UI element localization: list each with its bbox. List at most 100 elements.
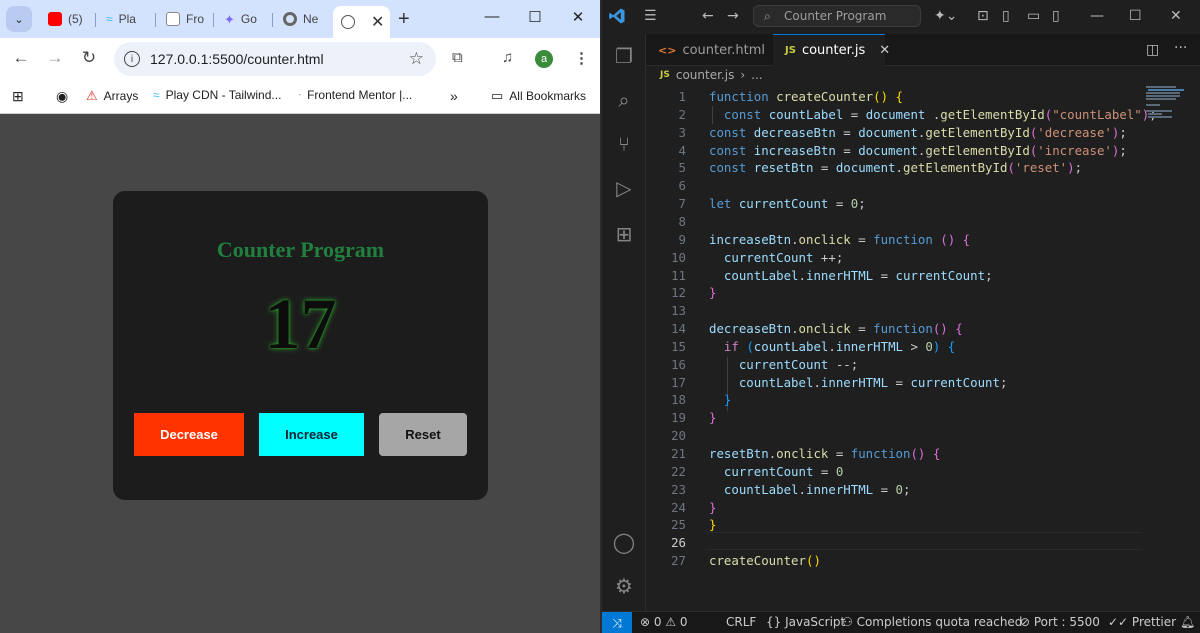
url-text[interactable]: 127.0.0.1:5500/counter.html	[150, 51, 324, 67]
copilot-status[interactable]: ⚇ Completions quota reached	[842, 615, 1022, 629]
globe-bookmark-icon[interactable]: ◉	[56, 88, 68, 105]
line-number: 4	[678, 142, 686, 158]
split-editor-icon[interactable]: ◫	[1146, 42, 1159, 58]
code-line[interactable]: 3 const decreaseBtn = document.getElement…	[646, 124, 1146, 142]
code-line[interactable]: 18 }	[646, 391, 1146, 409]
code-line[interactable]: 19}	[646, 409, 1146, 427]
source-control-icon[interactable]: ⑂	[612, 132, 636, 156]
code-line[interactable]: 8	[646, 213, 1146, 231]
layout-customize-icon[interactable]: ⊡	[977, 8, 989, 24]
search-icon[interactable]: ⌕	[612, 88, 636, 112]
settings-gear-icon[interactable]: ⚙	[612, 574, 636, 598]
run-debug-icon[interactable]: ▷	[612, 176, 636, 200]
accounts-icon[interactable]: ◯	[612, 530, 636, 554]
bookmark-arrays[interactable]: ⚠ Arrays	[86, 88, 138, 104]
forward-button[interactable]: →	[44, 48, 66, 68]
nav-back-icon[interactable]: ←	[702, 8, 714, 24]
toggle-sidebar-icon[interactable]: ▯	[1002, 8, 1010, 24]
tab-youtube[interactable]: (5)	[40, 6, 83, 32]
code-line[interactable]: 24}	[646, 499, 1146, 517]
reload-button[interactable]: ↻	[78, 48, 100, 68]
code-line[interactable]: 13	[646, 302, 1146, 320]
code-line[interactable]: 4 const increaseBtn = document.getElement…	[646, 142, 1146, 160]
menu-kebab-icon[interactable]: ⋮	[574, 49, 589, 67]
tab-gemini[interactable]: ✦ Go	[216, 6, 257, 32]
prettier-status[interactable]: ✓✓ Prettier	[1108, 615, 1176, 629]
menu-hamburger-icon[interactable]: ☰	[644, 8, 657, 24]
code-line[interactable]: 20	[646, 427, 1146, 445]
toggle-secondary-sidebar-icon[interactable]: ▯	[1052, 8, 1060, 24]
bookmark-star-icon[interactable]: ☆	[409, 49, 424, 69]
extensions-icon[interactable]: ⊞	[612, 222, 636, 246]
toggle-panel-icon[interactable]: ▭	[1027, 8, 1040, 24]
reset-button[interactable]: Reset	[379, 413, 467, 456]
code-editor[interactable]: 1 function createCounter() {2 const count…	[646, 86, 1200, 610]
apps-grid-icon[interactable]: ⊞	[12, 88, 24, 105]
close-window-button[interactable]: ✕	[568, 8, 588, 26]
code-line[interactable]: 16 currentCount --;	[646, 356, 1146, 374]
code-line[interactable]: 25}	[646, 516, 1146, 534]
code-line[interactable]: 12}	[646, 284, 1146, 302]
tab-counter-html[interactable]: <> counter.html	[646, 34, 770, 66]
code-line[interactable]: 6	[646, 177, 1146, 195]
bookmarks-overflow-button[interactable]: »	[450, 88, 458, 104]
maximize-button[interactable]: ☐	[525, 8, 545, 26]
remote-indicator[interactable]: ⤨	[602, 612, 632, 633]
increase-button[interactable]: Increase	[259, 413, 364, 456]
maximize-button[interactable]: ☐	[1129, 8, 1142, 24]
media-control-icon[interactable]: ♫	[502, 49, 513, 66]
eol-indicator[interactable]: CRLF	[726, 615, 756, 629]
code-line[interactable]: 22 currentCount = 0	[646, 463, 1146, 481]
bookmark-play-cdn[interactable]: ≈ Play CDN - Tailwind...	[153, 88, 281, 102]
new-tab-button[interactable]: +	[398, 8, 410, 31]
breadcrumb-symbol[interactable]: ...	[751, 68, 762, 82]
tab-label: Ne	[303, 12, 319, 26]
code-line[interactable]: 15 if (countLabel.innerHTML > 0) {	[646, 338, 1146, 356]
breadcrumb-file[interactable]: counter.js	[676, 68, 734, 82]
profile-avatar[interactable]: a	[535, 50, 553, 68]
code-line[interactable]: 27 createCounter()	[646, 552, 1146, 570]
tab-new-tab[interactable]: Ne	[275, 6, 318, 32]
code-line[interactable]: 21 resetBtn.onclick = function() {	[646, 445, 1146, 463]
nav-forward-icon[interactable]: →	[727, 8, 739, 24]
tab-counter-js[interactable]: JS counter.js ✕	[773, 34, 890, 66]
back-button[interactable]: ←	[10, 48, 32, 68]
code-line[interactable]: 1 function createCounter() {	[646, 88, 1146, 106]
extensions-icon[interactable]: ⧉	[452, 49, 463, 66]
problems-indicator[interactable]: ⊗ 0 ⚠ 0	[640, 615, 688, 629]
minimap-line	[1148, 116, 1172, 118]
notifications-bell-icon[interactable]: 🔔︎	[1180, 615, 1195, 629]
tab-counter-active[interactable]: ✕	[333, 6, 390, 38]
close-tab-icon[interactable]: ✕	[879, 43, 890, 58]
antenna-icon: ⚠	[86, 88, 98, 103]
info-icon[interactable]: i	[124, 51, 140, 67]
code-line[interactable]: 23 countLabel.innerHTML = 0;	[646, 481, 1146, 499]
close-tab-icon[interactable]: ✕	[371, 12, 384, 32]
tab-frontend-mentor[interactable]: Fro	[158, 6, 204, 32]
code-line[interactable]: 5 const resetBtn = document.getElementByI…	[646, 159, 1146, 177]
all-bookmarks[interactable]: ▭ All Bookmarks	[491, 88, 586, 104]
code-line[interactable]: 11 countLabel.innerHTML = currentCount;	[646, 267, 1146, 285]
code-line[interactable]: 2 const countLabel = document .getElemen…	[646, 106, 1157, 124]
code-line[interactable]: 10 currentCount ++;	[646, 249, 1146, 267]
language-mode[interactable]: {} JavaScript	[766, 615, 845, 629]
explorer-icon[interactable]: ❐	[612, 44, 636, 68]
address-bar[interactable]: i 127.0.0.1:5500/counter.html ☆	[114, 42, 436, 76]
minimize-button[interactable]: —	[1090, 8, 1104, 24]
minimize-button[interactable]: —	[482, 8, 502, 25]
code-line[interactable]: 7 let currentCount = 0;	[646, 195, 1146, 213]
tab-search-button[interactable]: ⌄	[6, 6, 32, 32]
tab-tailwind[interactable]: ≈ Pla	[98, 6, 136, 32]
command-center-search[interactable]: ⌕ Counter Program	[753, 5, 921, 27]
live-server-port[interactable]: ⊘ Port : 5500	[1020, 615, 1100, 629]
code-line[interactable]: 14 decreaseBtn.onclick = function() {	[646, 320, 1146, 338]
close-window-button[interactable]: ✕	[1170, 8, 1182, 24]
minimap[interactable]	[1146, 86, 1186, 126]
code-line[interactable]: 26	[646, 534, 1146, 552]
code-line[interactable]: 9 increaseBtn.onclick = function () {	[646, 231, 1146, 249]
bookmark-frontend-mentor[interactable]: ᐧ Frontend Mentor |...	[298, 88, 412, 102]
more-actions-icon[interactable]: ···	[1174, 40, 1187, 56]
decrease-button[interactable]: Decrease	[134, 413, 244, 456]
code-line[interactable]: 17 countLabel.innerHTML = currentCount;	[646, 374, 1146, 392]
copilot-icon[interactable]: ✦⌄	[934, 8, 957, 24]
